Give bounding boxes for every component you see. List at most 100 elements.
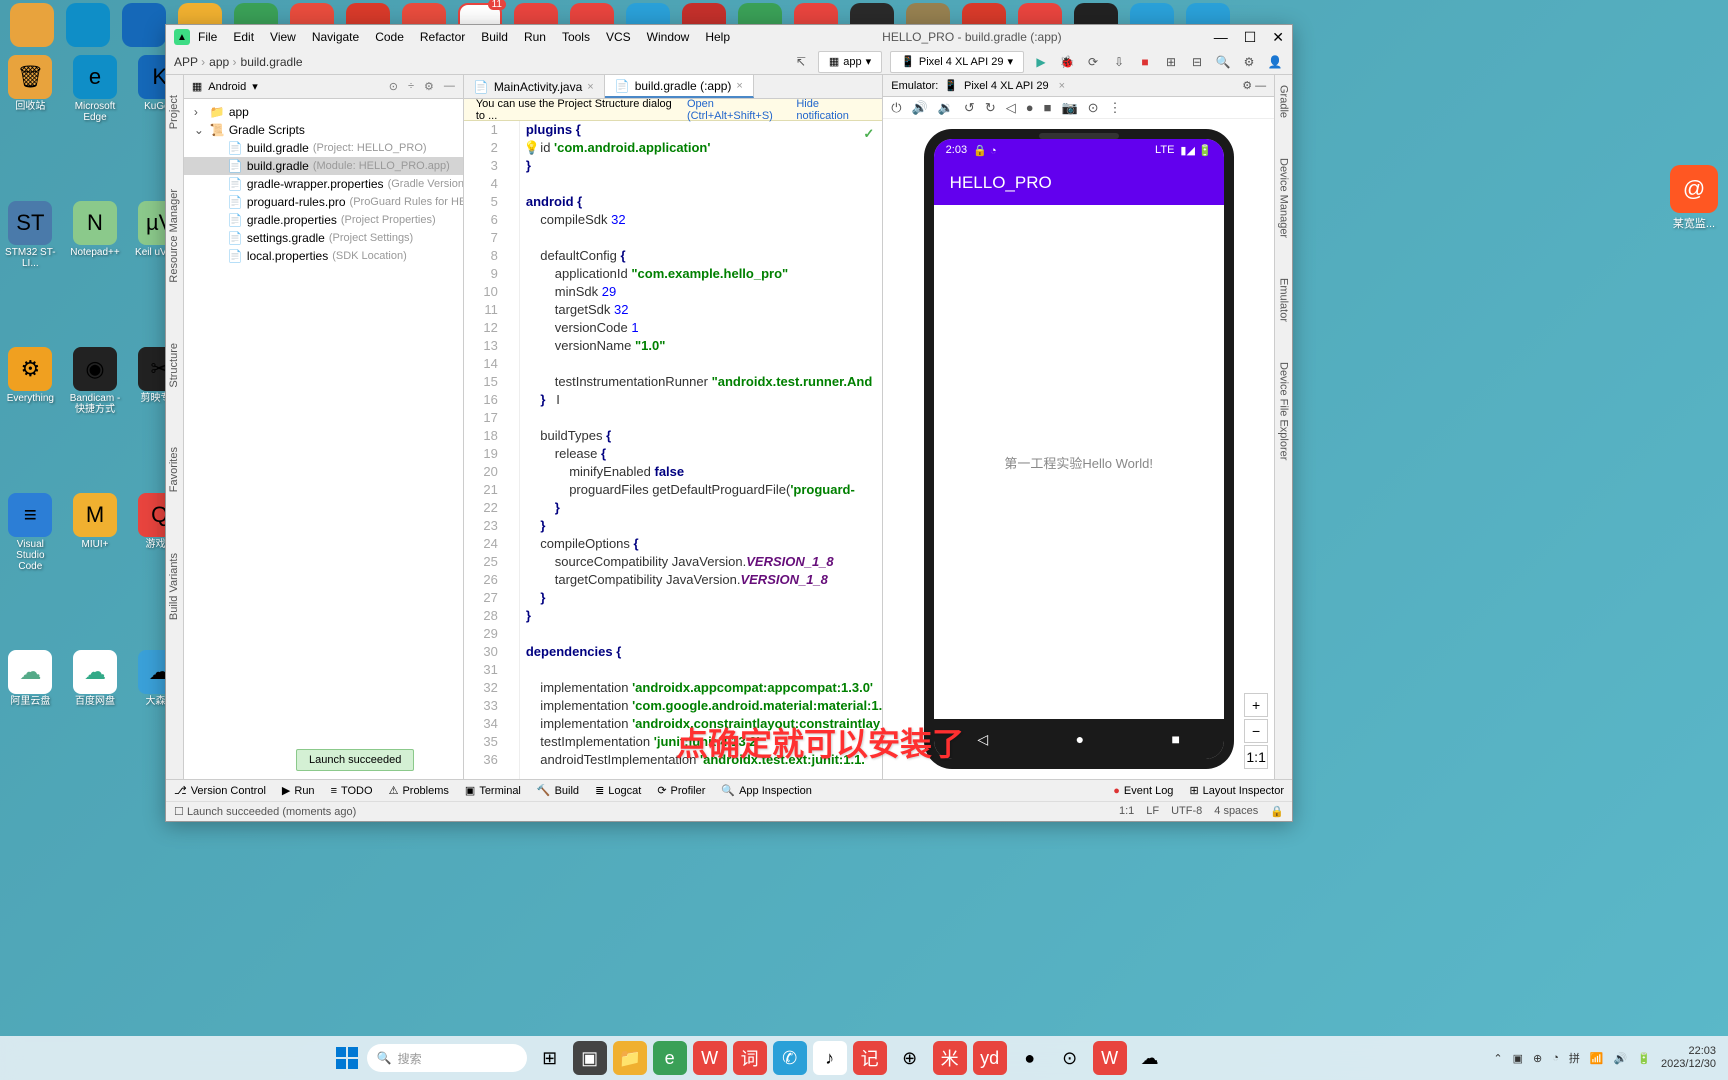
taskbar-icon[interactable]: ✆ (773, 1041, 807, 1075)
phone-screen[interactable]: 2:03 🔒 ◔ LTE▮◢ 🔋 HELLO_PRO 第一工程实验Hello W… (934, 139, 1224, 759)
tree-item[interactable]: 📄 build.gradle (Module: HELLO_PRO.app) (184, 157, 463, 175)
tab-build-variants[interactable]: Build Variants (168, 553, 180, 620)
taskbar-icon[interactable]: ● (1013, 1041, 1047, 1075)
maximize-button[interactable]: ☐ (1244, 29, 1257, 46)
tab-layout-inspector[interactable]: ⊞ Layout Inspector (1189, 784, 1284, 797)
code-editor[interactable]: 1234567891011121314151617181920212223242… (464, 121, 882, 779)
device-selector[interactable]: 📱 Pixel 4 XL API 29 ▾ (890, 51, 1024, 73)
minimize-button[interactable]: — (1214, 29, 1228, 46)
settings-icon[interactable]: ⚙ (1240, 53, 1258, 71)
run-config-selector[interactable]: ▦ app ▾ (818, 51, 882, 73)
search-icon[interactable]: 🔍 (1214, 53, 1232, 71)
tab-device-manager[interactable]: Device Manager (1278, 158, 1290, 238)
tab-profiler[interactable]: ⟳ Profiler (657, 784, 705, 797)
tree-item[interactable]: 📄 build.gradle (Project: HELLO_PRO) (184, 139, 463, 157)
run-button[interactable]: ▶ (1032, 53, 1050, 71)
rotate-left-button[interactable]: ↺ (964, 100, 975, 116)
nav-overview[interactable]: ■ (1171, 731, 1179, 747)
tab-structure[interactable]: Structure (168, 343, 180, 388)
tab-logcat[interactable]: ≣ Logcat (595, 784, 641, 797)
tab-version-control[interactable]: ⎇ Version Control (174, 784, 266, 797)
menu-navigate[interactable]: Navigate (312, 30, 359, 44)
rotate-right-button[interactable]: ↻ (985, 100, 996, 116)
taskbar-clock[interactable]: 22:03 2023/12/30 (1661, 1045, 1716, 1071)
tab-event-log[interactable]: ● Event Log (1113, 784, 1173, 797)
tree-item[interactable]: 📄 settings.gradle (Project Settings) (184, 229, 463, 247)
desktop-icon[interactable]: STSTM32 ST-LI... (5, 201, 56, 269)
desktop-icon[interactable]: ☁阿里云盘 (5, 650, 56, 707)
close-icon[interactable]: × (587, 81, 593, 93)
taskbar-icon[interactable]: ▣ (573, 1041, 607, 1075)
desktop-icon[interactable]: eMicrosoft Edge (70, 55, 121, 123)
taskbar-icon[interactable]: 词 (733, 1041, 767, 1075)
tree-item[interactable]: 📄 gradle.properties (Project Properties) (184, 211, 463, 229)
record-button[interactable]: ⊙ (1088, 100, 1099, 116)
tray-volume-icon[interactable]: 🔊 (1614, 1052, 1628, 1065)
taskbar-icon[interactable]: ⊞ (533, 1041, 567, 1075)
tree-item[interactable]: 📄 gradle-wrapper.properties (Gradle Vers… (184, 175, 463, 193)
taskbar-icon[interactable]: 📁 (613, 1041, 647, 1075)
taskbar-icon[interactable]: ♪ (813, 1041, 847, 1075)
menu-refactor[interactable]: Refactor (420, 30, 465, 44)
more-button[interactable]: ⋮ (1109, 100, 1122, 116)
menu-code[interactable]: Code (375, 30, 404, 44)
desktop-icon[interactable]: ≡Visual Studio Code (5, 493, 56, 572)
tab-terminal[interactable]: ▣ Terminal (465, 784, 521, 797)
power-button[interactable]: ⏻ (891, 100, 901, 116)
tab-project[interactable]: Project (168, 95, 180, 129)
screenshot-button[interactable]: 📷 (1061, 100, 1077, 116)
tray-icon[interactable]: ⌃ (1493, 1052, 1502, 1065)
tray-icon[interactable]: ▣ (1513, 1052, 1523, 1065)
tab-app-inspection[interactable]: 🔍 App Inspection (721, 784, 811, 797)
tree-app[interactable]: ›📁 app (184, 103, 463, 121)
tab-problems[interactable]: ⚠ Problems (389, 784, 449, 797)
taskbar-search[interactable]: 🔍 搜索 (367, 1044, 527, 1072)
tab-emulator[interactable]: Emulator (1278, 278, 1290, 322)
taskbar-icon[interactable]: ⊙ (1053, 1041, 1087, 1075)
menu-vcs[interactable]: VCS (606, 30, 631, 44)
menu-help[interactable]: Help (705, 30, 730, 44)
stop-button[interactable]: ■ (1136, 53, 1154, 71)
overview-button[interactable]: ■ (1044, 100, 1052, 115)
taskbar-icon[interactable]: ☁ (1133, 1041, 1167, 1075)
tray-icon[interactable]: ⊕ (1533, 1052, 1542, 1065)
start-button[interactable] (333, 1044, 361, 1072)
volume-down-button[interactable]: 🔉 (938, 100, 954, 116)
avd-button[interactable]: ⊞ (1162, 53, 1180, 71)
nav-home[interactable]: ● (1076, 731, 1084, 747)
menu-view[interactable]: View (270, 30, 296, 44)
menu-window[interactable]: Window (647, 30, 690, 44)
tab-build[interactable]: 🔨 Build (537, 784, 579, 797)
taskbar-icon[interactable]: W (693, 1041, 727, 1075)
tray-battery-icon[interactable]: 🔋 (1637, 1052, 1651, 1065)
nav-back[interactable]: ◁ (977, 731, 988, 748)
sdk-button[interactable]: ⊟ (1188, 53, 1206, 71)
zoom-fit-button[interactable]: 1:1 (1244, 745, 1268, 769)
zoom-in-button[interactable]: + (1244, 693, 1268, 717)
menu-file[interactable]: File (198, 30, 217, 44)
tree-item[interactable]: 📄 proguard-rules.pro (ProGuard Rules for… (184, 193, 463, 211)
tree-item[interactable]: 📄 local.properties (SDK Location) (184, 247, 463, 265)
tree-gradle-scripts[interactable]: ⌄📜 Gradle Scripts (184, 121, 463, 139)
tab-todo[interactable]: ≡ TODO (331, 785, 373, 797)
tray-icon[interactable]: ◔ (1552, 1052, 1559, 1064)
menu-edit[interactable]: Edit (233, 30, 254, 44)
taskbar-icon[interactable]: 米 (933, 1041, 967, 1075)
open-project-structure-link[interactable]: Open (Ctrl+Alt+Shift+S) (687, 98, 796, 122)
collapse-button[interactable]: ⊙ (389, 80, 398, 93)
tab-resource-manager[interactable]: Resource Manager (168, 189, 180, 283)
taskbar-icon[interactable]: 记 (853, 1041, 887, 1075)
lightbulb-icon[interactable]: 💡 (524, 139, 540, 157)
desktop-icon[interactable]: 🗑回收站 (5, 55, 56, 123)
settings-button[interactable]: ⚙ (424, 80, 434, 93)
desktop-icon[interactable]: ◉Bandicam - 快捷方式 (70, 347, 121, 415)
taskbar-icon[interactable]: ⊕ (893, 1041, 927, 1075)
taskbar-icon[interactable]: e (653, 1041, 687, 1075)
zoom-out-button[interactable]: − (1244, 719, 1268, 743)
desktop-icon[interactable]: ☁百度网盘 (70, 650, 121, 707)
editor-tab[interactable]: 📄 MainActivity.java × (464, 75, 605, 98)
filter-button[interactable]: ÷ (408, 80, 414, 93)
tab-device-file-explorer[interactable]: Device File Explorer (1278, 362, 1290, 460)
settings-icon[interactable]: ⚙ — (1242, 79, 1266, 92)
editor-tab[interactable]: 📄 build.gradle (:app) × (605, 75, 754, 98)
